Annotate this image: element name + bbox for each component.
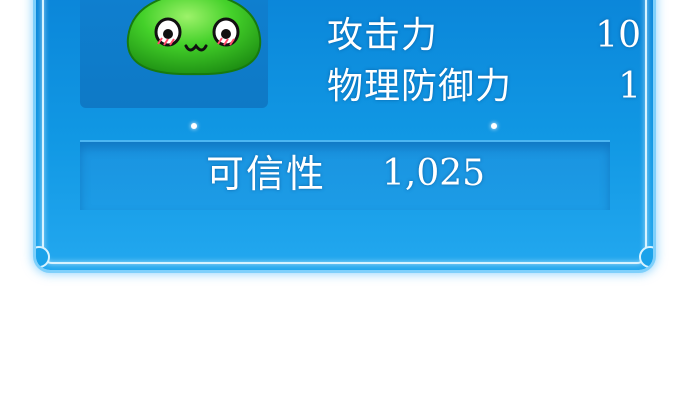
green-slime-icon xyxy=(126,0,262,76)
stat-row-attack: 攻击力 10 xyxy=(327,14,641,58)
credibility-label: 可信性 xyxy=(206,152,327,196)
stat-row-defense: 物理防御力 1 xyxy=(327,65,641,109)
attack-value: 10 xyxy=(595,15,641,56)
divider-dot xyxy=(191,123,197,129)
divider-dot xyxy=(491,123,497,129)
defense-value: 1 xyxy=(618,66,641,107)
frame-corner-right xyxy=(639,246,653,268)
status-panel: 技力 攻击力 10 物理防御力 1 可信性 1,025 xyxy=(36,0,653,270)
attack-label: 攻击力 xyxy=(327,15,439,56)
monster-portrait xyxy=(80,0,268,108)
credibility-value: 1,025 xyxy=(382,153,486,194)
defense-label: 物理防御力 xyxy=(327,66,513,107)
credibility-bar: 可信性 1,025 xyxy=(80,140,610,210)
